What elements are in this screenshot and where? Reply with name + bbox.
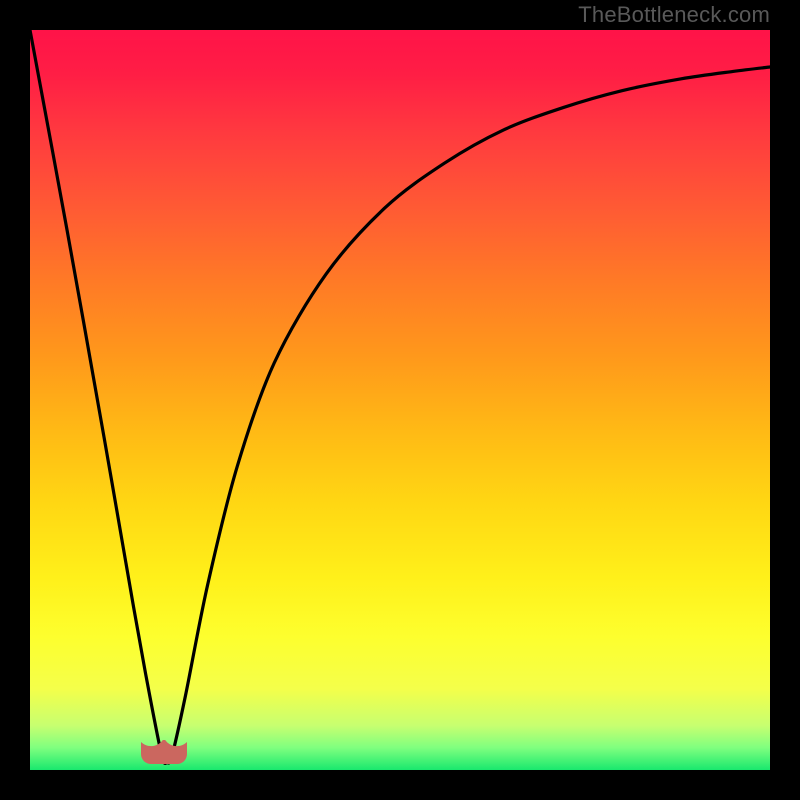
watermark-text: TheBottleneck.com <box>578 2 770 28</box>
bottleneck-curve <box>30 30 770 770</box>
plot-area <box>30 30 770 770</box>
optimal-point-marker <box>137 740 191 766</box>
